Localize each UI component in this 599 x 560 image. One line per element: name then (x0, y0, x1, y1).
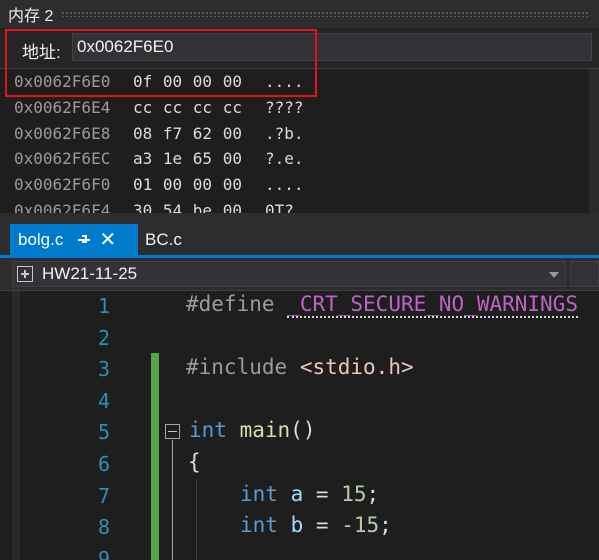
address-input[interactable]: 0x0062F6E0 (72, 33, 592, 61)
memory-ascii: .?b. (265, 123, 304, 143)
tab-label: bolg.c (18, 229, 64, 249)
memory-row[interactable]: 0x0062F6F4 30 54 be 00 0T?. (0, 198, 599, 213)
address-label: 地址: (22, 43, 61, 62)
chevron-down-icon[interactable] (549, 272, 559, 278)
semicolon: ; (366, 481, 380, 506)
line-number: 9 (97, 546, 110, 560)
code-line[interactable]: 5 int main() (0, 417, 599, 449)
number: -15 (341, 513, 380, 538)
line-number: 1 (97, 294, 110, 318)
parens: () (290, 418, 316, 443)
memory-window-title: 内存 2 (8, 8, 54, 25)
function-name: main (239, 418, 291, 443)
memory-bytes[interactable]: cc cc cc cc (133, 95, 242, 121)
include-header: <stdio.h> (299, 355, 414, 380)
code-text: int a = 15; (240, 482, 379, 506)
memory-window-titlebar: 内存 2 (0, 0, 599, 28)
line-number: 4 (97, 388, 110, 413)
memory-bytes[interactable]: 30 54 be 00 (133, 198, 242, 213)
memory-address: 0x0062F6E8 (14, 123, 111, 143)
code-text: int b = -15; (240, 513, 392, 537)
directive: #include (186, 355, 288, 380)
line-number: 8 (97, 515, 110, 540)
memory-ascii: ?.e. (265, 149, 304, 169)
memory-rows: 0x0062F6E0 0f 00 00 00 .... 0x0062F6E4 c… (0, 69, 599, 213)
operator: = (315, 481, 329, 506)
memory-address: 0x0062F6E0 (14, 72, 111, 91)
brace: { (188, 450, 201, 474)
line-number: 3 (97, 357, 110, 382)
line-number: 7 (97, 483, 110, 508)
project-scope-dropdown[interactable]: HW21-11-25 (12, 261, 566, 287)
code-line[interactable]: 8 int b = -15; (0, 512, 599, 544)
pin-icon[interactable] (77, 233, 91, 247)
code-text: #include <stdio.h> (186, 355, 414, 379)
address-bar: 地址: 0x0062F6E0 (0, 28, 599, 69)
operator: = (315, 513, 329, 538)
memory-bytes[interactable]: a3 1e 65 00 (133, 146, 242, 172)
memory-row[interactable]: 0x0062F6F0 01 00 00 00 .... (0, 172, 599, 198)
line-number: 5 (97, 420, 110, 445)
memory-ascii: ???? (265, 97, 304, 117)
memory-address: 0x0062F6E4 (14, 97, 111, 117)
memory-ascii: 0T?. (265, 200, 304, 213)
keyword: int (189, 418, 227, 443)
number: 15 (341, 481, 367, 506)
memory-bytes[interactable]: 01 00 00 00 (133, 172, 242, 198)
variable: a (290, 481, 304, 506)
code-text: int main() (189, 418, 315, 442)
keyword: int (240, 513, 278, 538)
code-line[interactable]: 9 (0, 544, 599, 560)
code-text: { (188, 450, 201, 474)
line-number: 6 (97, 452, 110, 476)
code-line[interactable]: 4 (0, 386, 599, 418)
line-number: 2 (97, 325, 110, 350)
code-line[interactable]: 6 { (0, 449, 599, 481)
variable: b (290, 513, 304, 538)
code-text: #define _CRT_SECURE_NO_WARNINGS (186, 292, 578, 318)
memory-address: 0x0062F6EC (14, 149, 111, 169)
tab-label: BC.c (145, 229, 182, 249)
memory-ascii: .... (265, 175, 304, 195)
code-line[interactable]: 3 #include <stdio.h> (0, 354, 599, 386)
tab-bc-c[interactable]: BC.c (145, 224, 182, 255)
memory-row[interactable]: 0x0062F6E0 0f 00 00 00 .... (0, 69, 599, 95)
code-line[interactable]: 2 (0, 323, 599, 355)
semicolon: ; (379, 513, 392, 538)
memory-scrollbar[interactable] (589, 69, 599, 213)
titlebar-grip[interactable] (61, 11, 589, 17)
member-dropdown[interactable] (570, 261, 599, 287)
tab-bolg-c[interactable]: bolg.c ✕ (10, 224, 138, 255)
keyword: int (240, 481, 278, 506)
memory-row[interactable]: 0x0062F6E4 cc cc cc cc ???? (0, 95, 599, 121)
code-line[interactable]: 7 int a = 15; (0, 481, 599, 513)
pane-splitter[interactable] (0, 213, 599, 224)
document-tab-strip: bolg.c ✕ BC.c (0, 224, 599, 258)
memory-row[interactable]: 0x0062F6E8 08 f7 62 00 .?b. (0, 121, 599, 147)
memory-bytes[interactable]: 0f 00 00 00 (133, 69, 242, 95)
code-line[interactable]: 1 #define _CRT_SECURE_NO_WARNINGS (0, 291, 599, 323)
navigation-bar: HW21-11-25 (0, 258, 599, 291)
memory-address: 0x0062F6F0 (14, 175, 111, 195)
directive: #define (186, 292, 275, 316)
close-icon[interactable]: ✕ (99, 227, 116, 252)
macro-name: _CRT_SECURE_NO_WARNINGS (287, 292, 578, 318)
project-scope-icon (17, 266, 33, 282)
memory-address: 0x0062F6F4 (14, 200, 111, 213)
memory-ascii: .... (265, 72, 304, 91)
memory-row[interactable]: 0x0062F6EC a3 1e 65 00 ?.e. (0, 146, 599, 172)
project-scope-label: HW21-11-25 (42, 264, 138, 283)
code-editor[interactable]: 1 #define _CRT_SECURE_NO_WARNINGS 2 3 #i… (0, 291, 599, 560)
memory-bytes[interactable]: 08 f7 62 00 (133, 121, 242, 147)
